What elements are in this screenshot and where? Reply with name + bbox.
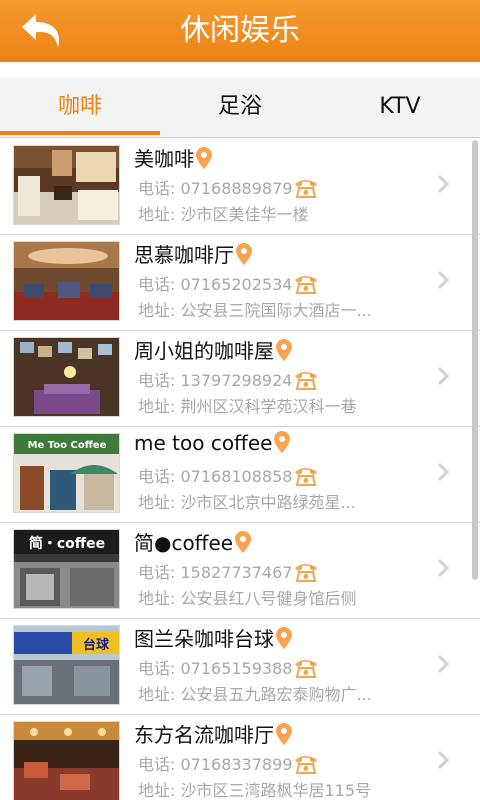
shop-photo: Me Too Coffee bbox=[13, 433, 120, 513]
shop-list[interactable]: 美咖啡 电话: 07168889879 地址: 沙市区美佳华一楼 思慕咖啡厅 电… bbox=[0, 139, 480, 800]
shop-address: 地址: 沙市区三湾路枫华居115号 bbox=[138, 781, 372, 800]
tab-ktv[interactable]: KTV bbox=[320, 78, 480, 136]
chevron-right-icon[interactable] bbox=[436, 269, 450, 291]
shop-name: 周小姐的咖啡屋 bbox=[134, 335, 292, 364]
list-item[interactable]: 周小姐的咖啡屋 电话: 13797298924 地址: 荆州区汉科学苑汉科一巷 bbox=[0, 331, 480, 427]
shop-phone: 电话: 15827737467 bbox=[138, 559, 318, 583]
chevron-right-icon[interactable] bbox=[436, 653, 450, 675]
chevron-right-icon[interactable] bbox=[436, 749, 450, 771]
phone-icon[interactable] bbox=[294, 274, 318, 294]
shop-phone: 电话: 07168337899 bbox=[138, 751, 318, 775]
chevron-right-icon[interactable] bbox=[436, 557, 450, 579]
tab-coffee[interactable]: 咖啡 bbox=[0, 78, 160, 136]
shop-phone: 电话: 07168889879 bbox=[138, 175, 318, 199]
shop-address: 地址: 沙市区美佳华一楼 bbox=[138, 205, 309, 224]
shop-photo bbox=[13, 337, 120, 417]
location-pin-icon[interactable] bbox=[274, 431, 291, 453]
list-item[interactable]: 台球 图兰朵咖啡台球 电话: 07165159388 地址: 公安县五九路宏泰购… bbox=[0, 619, 480, 715]
shop-photo bbox=[13, 721, 120, 800]
shop-name: 东方名流咖啡厅 bbox=[134, 719, 292, 748]
shop-address: 地址: 公安县五九路宏泰购物广... bbox=[138, 685, 372, 704]
phone-icon[interactable] bbox=[294, 178, 318, 198]
shop-photo bbox=[13, 241, 120, 321]
phone-icon[interactable] bbox=[294, 466, 318, 486]
shop-photo: 台球 bbox=[13, 625, 120, 705]
shop-name: 美咖啡 bbox=[134, 143, 212, 172]
chevron-right-icon[interactable] bbox=[436, 461, 450, 483]
phone-icon[interactable] bbox=[294, 658, 318, 678]
shop-address: 地址: 荆州区汉科学苑汉科一巷 bbox=[138, 397, 357, 416]
shop-name: 图兰朵咖啡台球 bbox=[134, 623, 292, 652]
shop-phone: 电话: 13797298924 bbox=[138, 367, 318, 391]
shop-address: 地址: 公安县三院国际大酒店一... bbox=[138, 301, 372, 320]
location-pin-icon[interactable] bbox=[276, 627, 292, 649]
shop-phone: 电话: 07165202534 bbox=[138, 271, 318, 295]
phone-icon[interactable] bbox=[294, 754, 318, 774]
shop-phone: 电话: 07165159388 bbox=[138, 655, 318, 679]
shop-address: 地址: 公安县红八号健身馆后侧 bbox=[138, 589, 357, 608]
list-item[interactable]: 思慕咖啡厅 电话: 07165202534 地址: 公安县三院国际大酒店一... bbox=[0, 235, 480, 331]
shop-photo bbox=[13, 145, 120, 225]
shop-name: me too coffee bbox=[134, 431, 291, 455]
location-pin-icon[interactable] bbox=[276, 339, 292, 361]
storefront-sign: 简・coffee bbox=[29, 535, 105, 552]
shop-photo: 简・coffee bbox=[13, 529, 120, 609]
location-pin-icon[interactable] bbox=[236, 243, 252, 265]
phone-icon[interactable] bbox=[294, 370, 318, 390]
list-scrollbar[interactable] bbox=[472, 140, 478, 580]
shop-address: 地址: 沙市区北京中路绿苑星... bbox=[138, 493, 356, 512]
list-item[interactable]: Me Too Coffee me too coffee 电话: 07168108… bbox=[0, 427, 480, 523]
tab-foot-bath[interactable]: 足浴 bbox=[160, 78, 320, 136]
phone-icon[interactable] bbox=[294, 562, 318, 582]
active-tab-indicator bbox=[0, 131, 160, 135]
list-item[interactable]: 东方名流咖啡厅 电话: 07168337899 地址: 沙市区三湾路枫华居115… bbox=[0, 715, 480, 800]
location-pin-icon[interactable] bbox=[276, 723, 292, 745]
category-tabs: 咖啡 足浴 KTV bbox=[0, 78, 480, 138]
list-item[interactable]: 简・coffee 简●coffee 电话: 15827737467 地址: 公安… bbox=[0, 523, 480, 619]
page-title: 休闲娱乐 bbox=[180, 13, 300, 48]
location-pin-icon[interactable] bbox=[196, 147, 212, 169]
location-pin-icon[interactable] bbox=[235, 531, 252, 553]
list-item[interactable]: 美咖啡 电话: 07168889879 地址: 沙市区美佳华一楼 bbox=[0, 139, 480, 235]
title-bar: 休闲娱乐 bbox=[0, 0, 480, 62]
chevron-right-icon[interactable] bbox=[436, 173, 450, 195]
storefront-sign: Me Too Coffee bbox=[28, 440, 107, 451]
shop-name: 思慕咖啡厅 bbox=[134, 239, 252, 268]
chevron-right-icon[interactable] bbox=[436, 365, 450, 387]
shop-phone: 电话: 07168108858 bbox=[138, 463, 318, 487]
storefront-sign: 台球 bbox=[83, 637, 110, 653]
shop-name: 简●coffee bbox=[134, 527, 252, 556]
